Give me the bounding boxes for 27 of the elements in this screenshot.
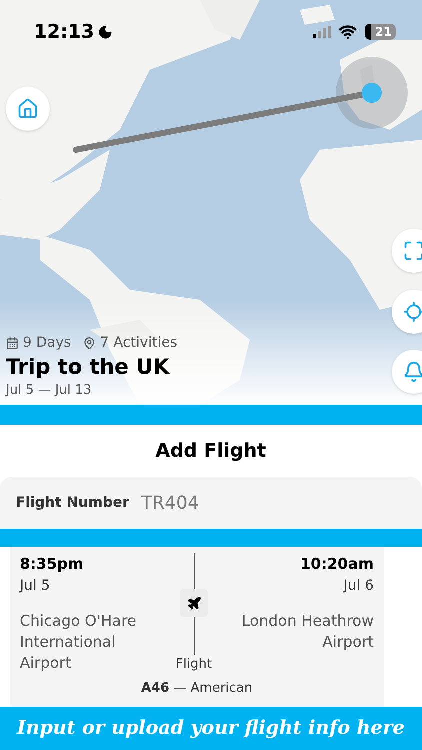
moon-icon bbox=[98, 24, 114, 40]
wifi-icon bbox=[339, 23, 358, 42]
sheet-title: Add Flight bbox=[156, 438, 266, 464]
battery-icon: 21 bbox=[365, 24, 396, 40]
flight-mode: Flight bbox=[176, 656, 212, 674]
signal-icon bbox=[313, 26, 332, 38]
locate-icon bbox=[403, 301, 422, 323]
fullscreen-icon bbox=[403, 240, 422, 262]
trip-dates: Jul 5 — Jul 13 bbox=[6, 382, 93, 400]
arrival-airport: London Heathrow Airport bbox=[240, 610, 374, 652]
calendar-icon bbox=[6, 337, 19, 350]
arrival-time: 10:20am bbox=[300, 554, 374, 575]
arrival-date: Jul 6 bbox=[344, 576, 374, 596]
pin-icon bbox=[83, 337, 96, 350]
flight-number-field[interactable]: Flight Number TR404 bbox=[0, 477, 422, 529]
plane-icon bbox=[186, 596, 202, 610]
home-icon bbox=[17, 98, 39, 120]
notification-icon bbox=[403, 361, 422, 383]
departure-date: Jul 5 bbox=[20, 576, 52, 596]
departure-time: 8:35pm bbox=[20, 554, 85, 575]
trip-activities: 7 Activities bbox=[100, 334, 178, 354]
trip-days: 9 Days bbox=[23, 333, 72, 354]
departure-airport: Chicago O'Hare International Airport bbox=[20, 610, 138, 674]
status-time: 12:13 bbox=[34, 20, 94, 45]
carrier-text: A46 — American bbox=[141, 680, 253, 698]
trip-title: Trip to the UK bbox=[6, 354, 171, 380]
promo-banner-text: Input or upload your flight info here bbox=[17, 716, 405, 742]
